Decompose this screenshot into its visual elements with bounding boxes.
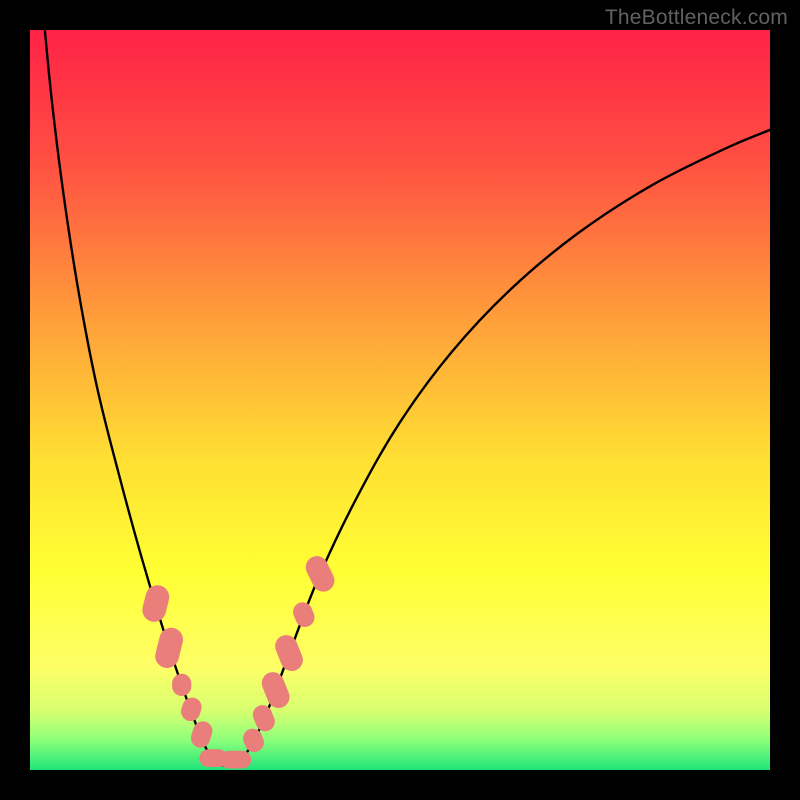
data-marker [290,599,317,630]
data-marker [302,552,338,595]
bottleneck-curve [45,30,770,766]
data-markers [140,552,338,768]
data-marker [258,669,292,712]
data-marker [140,583,172,625]
curve-layer [30,30,770,770]
watermark-text: TheBottleneck.com [605,6,788,30]
data-marker [220,751,251,769]
data-marker [188,719,215,750]
chart-frame: TheBottleneck.com [0,0,800,800]
plot-area [30,30,770,770]
data-marker [153,625,186,670]
data-marker [179,695,205,723]
data-marker [272,632,306,675]
data-marker [172,674,191,696]
